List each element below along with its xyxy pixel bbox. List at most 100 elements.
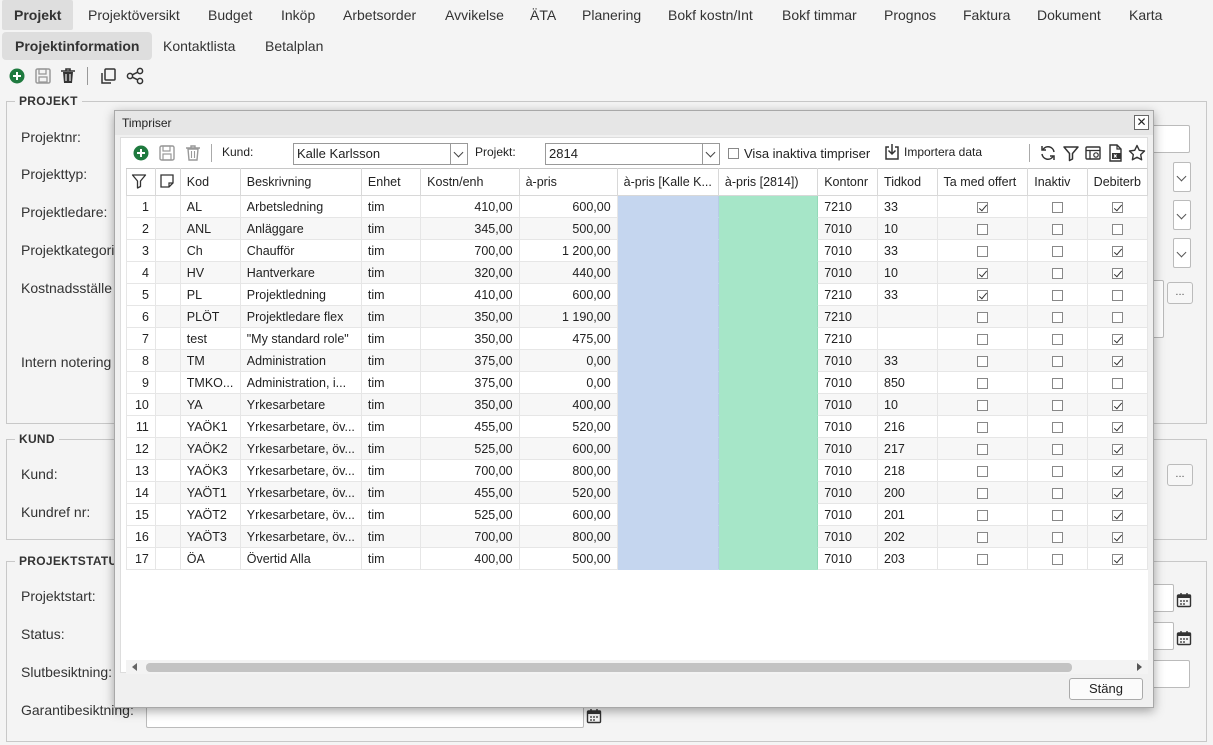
column-header-kontonr[interactable]: Kontonr [817,168,879,196]
kod-cell[interactable]: TMKO... [179,371,241,394]
tidkod-cell[interactable]: 10 [877,217,938,240]
tidkod-cell[interactable]: 217 [877,437,938,460]
tab-dokument[interactable]: Dokument [1025,0,1113,30]
projektledare-dropdown[interactable] [1173,200,1191,230]
tidkod-cell[interactable]: 33 [877,349,938,372]
kontonr-cell[interactable]: 7010 [817,261,879,284]
kostn-cell[interactable]: 455,00 [420,481,520,504]
row-note-cell[interactable] [154,371,181,394]
apris-kund-cell[interactable] [616,393,719,416]
close-button[interactable]: Stäng [1069,678,1143,700]
tidkod-cell[interactable]: 33 [877,239,938,262]
beskrivning-cell[interactable]: Administration, i... [239,371,362,394]
save-icon[interactable] [158,144,176,162]
apris-kund-cell[interactable] [616,371,719,394]
column-header-apris[interactable]: à-pris [518,168,618,196]
table-row[interactable]: 14 YAÖT1 Yrkesarbetare, öv... tim 455,00 520,… [126,481,1148,504]
debiterbar-checkbox[interactable] [1111,333,1123,345]
ta-med-offert-checkbox[interactable] [976,311,988,323]
apris-kund-cell[interactable] [616,217,719,240]
excel-export-icon[interactable] [1106,144,1124,162]
row-note-cell[interactable] [154,195,181,218]
enhet-cell[interactable]: tim [360,393,422,416]
columns-settings-icon[interactable] [1084,144,1102,162]
tab-karta[interactable]: Karta [1117,0,1174,30]
kontonr-cell[interactable]: 7210 [817,195,879,218]
ta-med-offert-checkbox[interactable] [976,355,988,367]
apris-projekt-cell[interactable] [717,437,819,460]
ta-med-offert-checkbox[interactable] [976,531,988,543]
projektkategori-dropdown[interactable] [1173,238,1191,268]
kontonr-cell[interactable]: 7010 [817,437,879,460]
tab-ata[interactable]: ÄTA [518,0,568,30]
debiterbar-checkbox[interactable] [1111,465,1123,477]
apris-kund-cell[interactable] [616,547,719,570]
apris-cell[interactable]: 475,00 [518,327,618,350]
apris-cell[interactable]: 1 190,00 [518,305,618,328]
inaktiv-checkbox[interactable] [1051,289,1063,301]
ta-med-offert-checkbox[interactable] [976,443,988,455]
apris-projekt-cell[interactable] [717,283,819,306]
tab-kontaktlista[interactable]: Kontaktlista [150,32,248,60]
apris-kund-cell[interactable] [616,525,719,548]
row-note-cell[interactable] [154,305,181,328]
column-header-enhet[interactable]: Enhet [360,168,422,196]
apris-projekt-cell[interactable] [717,459,819,482]
kontonr-cell[interactable]: 7010 [817,547,879,570]
inaktiv-checkbox[interactable] [1051,333,1063,345]
enhet-cell[interactable]: tim [360,503,422,526]
tab-budget[interactable]: Budget [196,0,264,30]
apris-projekt-cell[interactable] [717,349,819,372]
ta-med-offert-checkbox[interactable] [976,245,988,257]
tab-planering[interactable]: Planering [570,0,653,30]
table-row[interactable]: 10 YA Yrkesarbetare tim 350,00 400,00 7010 10 [126,393,1148,416]
ta-med-offert-checkbox[interactable] [976,333,988,345]
ta-med-offert-checkbox[interactable] [976,465,988,477]
apris-projekt-cell[interactable] [717,217,819,240]
row-note-cell[interactable] [154,217,181,240]
note-column-header[interactable] [154,168,181,196]
delete-icon[interactable] [184,144,202,162]
kostn-cell[interactable]: 350,00 [420,305,520,328]
apris-projekt-cell[interactable] [717,547,819,570]
row-note-cell[interactable] [154,415,181,438]
scroll-left-arrow-icon[interactable] [132,663,137,671]
debiterbar-checkbox[interactable] [1111,553,1123,565]
enhet-cell[interactable]: tim [360,371,422,394]
kod-cell[interactable]: YAÖK2 [179,437,241,460]
apris-cell[interactable]: 600,00 [518,503,618,526]
column-header-kod[interactable]: Kod [179,168,241,196]
scroll-right-arrow-icon[interactable] [1137,663,1142,671]
apris-kund-cell[interactable] [616,503,719,526]
column-header-inaktiv[interactable]: Inaktiv [1027,168,1088,196]
inaktiv-checkbox[interactable] [1051,223,1063,235]
beskrivning-cell[interactable]: Chaufför [239,239,362,262]
kod-cell[interactable]: HV [179,261,241,284]
table-row[interactable]: 9 TMKO... Administration, i... tim 375,00 0,0… [126,371,1148,394]
kod-cell[interactable]: YAÖT3 [179,525,241,548]
enhet-cell[interactable]: tim [360,525,422,548]
kostn-cell[interactable]: 455,00 [420,415,520,438]
kod-cell[interactable]: ÖA [179,547,241,570]
beskrivning-cell[interactable]: "My standard role" [239,327,362,350]
kontonr-cell[interactable]: 7010 [817,415,879,438]
save-icon[interactable] [33,66,53,86]
tab-inkop[interactable]: Inköp [269,0,327,30]
tidkod-cell[interactable]: 202 [877,525,938,548]
row-note-cell[interactable] [154,525,181,548]
row-note-cell[interactable] [154,437,181,460]
tidkod-cell[interactable]: 10 [877,393,938,416]
beskrivning-cell[interactable]: Yrkesarbetare, öv... [239,525,362,548]
debiterbar-checkbox[interactable] [1111,201,1123,213]
star-icon[interactable] [1128,144,1146,162]
kontonr-cell[interactable]: 7010 [817,481,879,504]
enhet-cell[interactable]: tim [360,283,422,306]
table-row[interactable]: 12 YAÖK2 Yrkesarbetare, öv... tim 525,00 600,… [126,437,1148,460]
beskrivning-cell[interactable]: Yrkesarbetare [239,393,362,416]
beskrivning-cell[interactable]: Yrkesarbetare, öv... [239,503,362,526]
tidkod-cell[interactable] [877,305,938,328]
ta-med-offert-checkbox[interactable] [976,553,988,565]
scrollbar-thumb[interactable] [146,663,1072,672]
apris-cell[interactable]: 400,00 [518,393,618,416]
kontonr-cell[interactable]: 7010 [817,525,879,548]
